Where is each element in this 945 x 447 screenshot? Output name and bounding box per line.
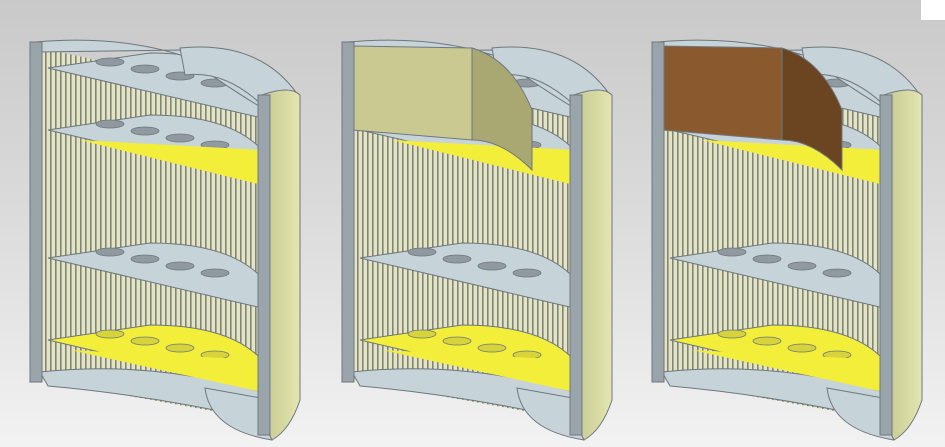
model-cutaway-brown-panel[interactable] <box>651 39 923 441</box>
lightening-hole <box>752 336 782 346</box>
lightening-hole <box>95 119 125 129</box>
lightening-hole <box>442 254 472 264</box>
lightening-hole <box>752 254 782 264</box>
left-post <box>651 41 665 383</box>
lightening-hole <box>822 268 852 278</box>
lightening-hole <box>165 133 195 143</box>
model-cutaway-khaki-panel[interactable] <box>341 39 613 441</box>
closeout-panel-front <box>351 45 473 141</box>
right-post <box>879 94 893 436</box>
cad-viewport[interactable] <box>0 0 945 447</box>
lightening-hole <box>717 329 747 339</box>
lightening-hole <box>95 247 125 257</box>
lightening-hole <box>130 254 160 264</box>
lightening-hole <box>717 247 747 257</box>
lightening-hole <box>787 261 817 271</box>
lightening-hole <box>95 329 125 339</box>
left-post <box>29 41 43 383</box>
lightening-hole <box>477 261 507 271</box>
lightening-hole <box>477 343 507 353</box>
closeout-panel-front <box>661 45 783 141</box>
lightening-hole <box>442 336 472 346</box>
lightening-hole <box>165 261 195 271</box>
lightening-hole <box>130 336 160 346</box>
lightening-hole <box>200 268 230 278</box>
lightening-hole <box>407 247 437 257</box>
right-post <box>569 94 583 436</box>
lightening-hole <box>130 64 160 74</box>
lightening-hole <box>407 329 437 339</box>
lightening-hole <box>165 343 195 353</box>
lightening-hole <box>787 343 817 353</box>
lightening-hole <box>95 57 125 67</box>
right-post <box>257 94 271 436</box>
left-post <box>341 41 355 383</box>
lightening-hole <box>512 268 542 278</box>
model-cutaway-no-panel[interactable] <box>29 39 301 441</box>
lightening-hole <box>130 126 160 136</box>
